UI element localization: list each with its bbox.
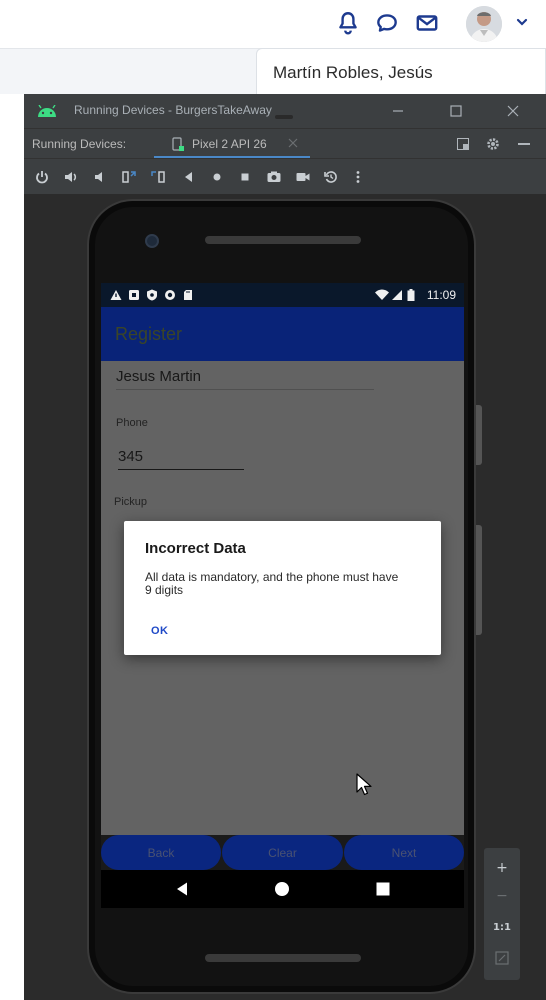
running-devices-tabbar: Running Devices: Pixel 2 API 26 (24, 128, 546, 159)
record-icon[interactable] (295, 169, 311, 185)
device-tab-label: Pixel 2 API 26 (192, 137, 267, 151)
front-camera-icon (145, 234, 159, 248)
window-title: Running Devices - BurgersTakeAway (74, 103, 272, 117)
window-titlebar[interactable]: Running Devices - BurgersTakeAway (24, 94, 546, 128)
nav-back-icon[interactable] (174, 881, 190, 897)
power-icon[interactable] (34, 169, 50, 185)
incorrect-data-dialog: Incorrect Data All data is mandatory, an… (124, 521, 441, 655)
speaker-bottom (205, 954, 361, 962)
top-header (0, 0, 546, 48)
zoom-controls: + − 1:1 (484, 848, 520, 980)
zoom-in-button[interactable]: + (484, 854, 520, 882)
running-devices-label: Running Devices: (32, 137, 127, 151)
overview-icon[interactable] (237, 169, 253, 185)
hide-panel-icon[interactable] (518, 143, 530, 145)
device-toolbar (24, 158, 546, 194)
volume-up-icon[interactable] (63, 169, 79, 185)
zoom-actual-size-button[interactable]: 1:1 (484, 914, 520, 942)
zoom-out-button[interactable]: − (484, 882, 520, 910)
tab-pixel-2-api-26[interactable]: Pixel 2 API 26 (154, 129, 310, 159)
rotate-left-icon[interactable] (121, 169, 137, 185)
more-icon[interactable] (350, 169, 366, 185)
android-navigation-bar (101, 870, 464, 908)
chevron-down-icon[interactable] (514, 14, 530, 30)
home-icon[interactable] (209, 169, 225, 185)
gear-icon[interactable] (485, 136, 501, 152)
bell-icon[interactable] (335, 10, 361, 36)
mail-icon[interactable] (414, 10, 440, 36)
dialog-ok-button[interactable]: OK (151, 625, 169, 637)
phone-sensor (275, 115, 293, 119)
close-window-button[interactable] (502, 100, 524, 122)
maximize-button[interactable] (445, 100, 467, 122)
nav-overview-icon[interactable] (375, 881, 391, 897)
minimize-button[interactable] (387, 100, 409, 122)
user-dropdown[interactable]: Martín Robles, Jesús (256, 48, 546, 94)
zoom-fit-button[interactable] (484, 944, 520, 972)
bottom-button-row: Back Clear Next (101, 835, 464, 870)
close-icon[interactable] (288, 138, 298, 148)
dialog-title: Incorrect Data (145, 540, 246, 557)
avatar[interactable] (466, 6, 502, 42)
rotate-right-icon[interactable] (150, 169, 166, 185)
clear-button[interactable]: Clear (222, 835, 343, 870)
user-name: Martín Robles, Jesús (273, 63, 433, 82)
dialog-message: All data is mandatory, and the phone mus… (145, 570, 399, 597)
speaker-top (205, 236, 361, 244)
back-button[interactable]: Back (101, 835, 221, 870)
device-screen[interactable]: 11:09 Register Jesus Martin Phone 345 Pi… (101, 283, 464, 870)
nav-home-icon[interactable] (274, 881, 290, 897)
phone-power-button[interactable] (476, 405, 482, 465)
screenshot-icon[interactable] (266, 169, 282, 185)
phone-volume-button[interactable] (476, 525, 482, 635)
mouse-cursor-icon (356, 773, 372, 796)
next-button[interactable]: Next (344, 835, 464, 870)
fit-screen-icon (495, 951, 509, 965)
layout-icon[interactable] (457, 138, 469, 150)
chat-icon[interactable] (374, 10, 400, 36)
back-icon[interactable] (181, 169, 197, 185)
volume-down-icon[interactable] (92, 169, 108, 185)
device-icon (172, 137, 184, 151)
android-logo-icon (38, 105, 56, 117)
reset-icon[interactable] (323, 169, 339, 185)
